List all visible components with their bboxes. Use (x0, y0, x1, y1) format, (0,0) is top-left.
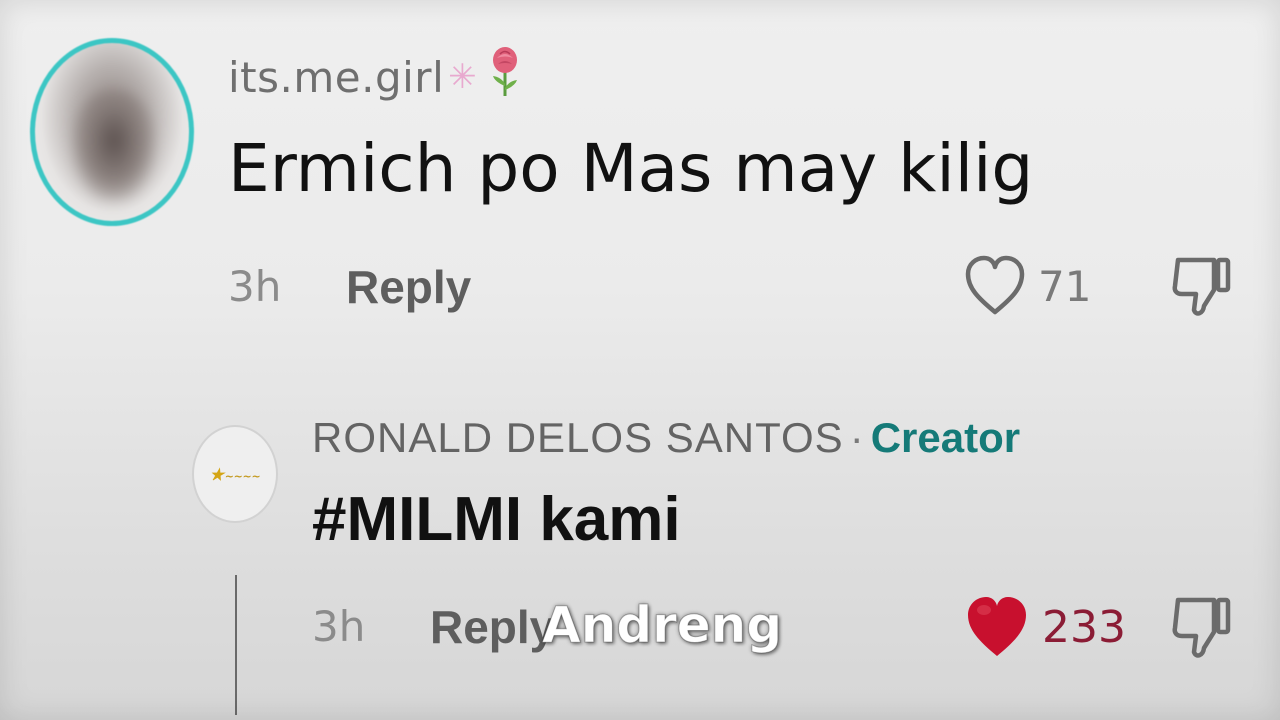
reply-timestamp: 3h (312, 602, 366, 651)
thread-line (235, 575, 237, 715)
comment-timestamp: 3h (228, 262, 282, 311)
blurred-face (73, 91, 155, 201)
reply-like-button[interactable]: 233 (966, 594, 1126, 660)
heart-outline-icon (965, 255, 1025, 315)
star-icon: ★ (209, 464, 224, 484)
rose-icon (493, 47, 518, 96)
reply-username[interactable]: RONALD DELOS SANTOS (312, 414, 844, 461)
reply-like-count: 233 (1042, 601, 1126, 653)
reply-username-line: RONALD DELOS SANTOS · Creator (312, 414, 1020, 462)
creator-logo: ★~~~~ (209, 464, 261, 484)
sparkle-star-icon: ✳ (448, 57, 478, 97)
thumbs-down-icon[interactable] (1170, 254, 1234, 322)
reply-button[interactable]: Reply (346, 260, 471, 314)
video-subtitle: Andreng (541, 596, 783, 655)
comment-text: Ermich po Mas may kilig (228, 130, 1034, 207)
creator-badge: Creator (870, 414, 1021, 461)
reply-comment-text: #MILMI kami (312, 485, 681, 554)
reply-reply-button[interactable]: Reply (430, 600, 555, 654)
heart-filled-icon (968, 597, 1026, 656)
commenter-avatar[interactable] (30, 38, 194, 226)
commenter-username[interactable]: its.me.girl ✳ (228, 46, 521, 102)
separator-dot: · (849, 414, 865, 461)
creator-avatar[interactable]: ★~~~~ (192, 425, 278, 523)
commenter-username-label: its.me.girl (228, 53, 445, 102)
thumbs-down-icon[interactable] (1170, 594, 1234, 664)
like-button[interactable]: 71 (964, 254, 1091, 318)
like-count: 71 (1038, 261, 1092, 311)
